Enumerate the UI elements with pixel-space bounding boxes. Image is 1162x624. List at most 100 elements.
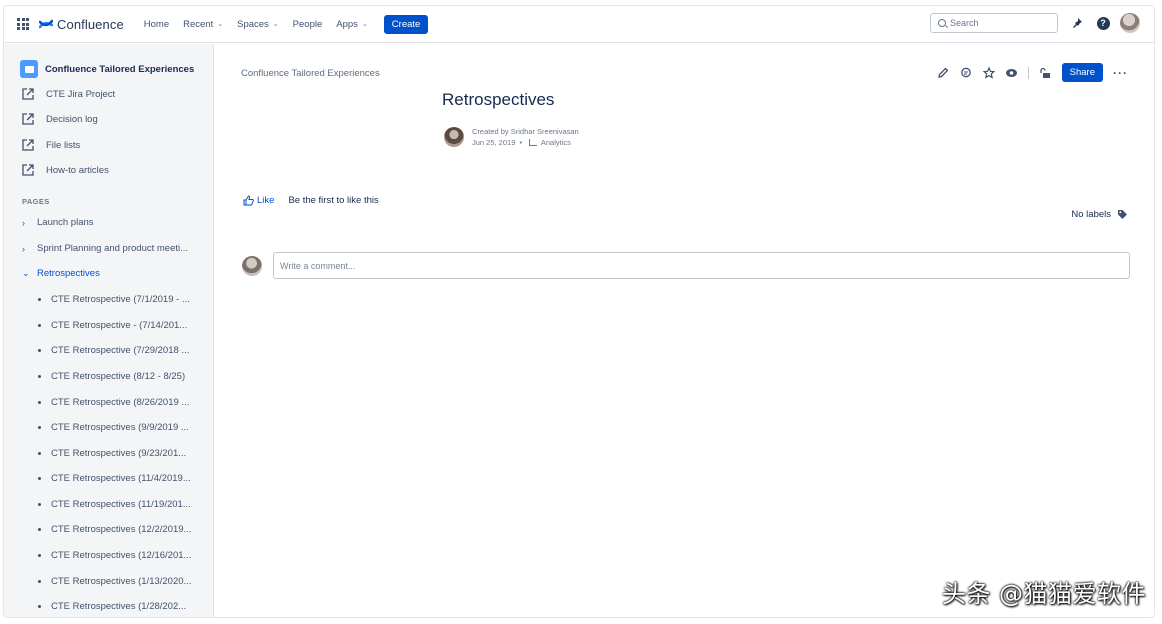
toolbar-divider [1027, 66, 1029, 79]
child-page-label: CTE Retrospective (7/29/2018 ... [51, 345, 190, 356]
current-user-avatar [242, 255, 262, 276]
shortcut-file-lists[interactable]: File lists [22, 139, 80, 151]
bullet-icon [38, 375, 41, 378]
child-page-item[interactable]: CTE Retrospectives (11/4/2019... [38, 473, 191, 484]
confluence-logo[interactable]: Confluence [39, 17, 124, 32]
created-by[interactable]: Created by Sridhar Sreenivasan [472, 126, 579, 137]
nav-apps[interactable]: Apps ⌄ [336, 19, 368, 30]
child-page-label: CTE Retrospectives (1/28/202... [51, 601, 187, 612]
nav-home[interactable]: Home [144, 19, 169, 30]
nav-spaces[interactable]: Spaces ⌄ [237, 19, 279, 30]
child-page-label: CTE Retrospectives (11/19/201... [51, 499, 191, 510]
page-title: Retrospectives [442, 90, 555, 109]
child-page-item[interactable]: CTE Retrospective (8/12 - 8/25) [38, 371, 185, 382]
comment-icon[interactable] [959, 66, 973, 80]
nav-recent[interactable]: Recent ⌄ [183, 19, 223, 30]
author-avatar[interactable] [444, 127, 464, 147]
child-page-item[interactable]: CTE Retrospectives (12/2/2019... [38, 524, 191, 535]
pages-heading: PAGES [22, 197, 50, 206]
bullet-icon [38, 349, 41, 352]
app-name: Confluence [57, 16, 124, 32]
external-link-icon [22, 139, 34, 151]
child-page-item[interactable]: CTE Retrospectives (1/13/2020... [38, 576, 191, 587]
page-tree-launch-plans[interactable]: › Launch plans [22, 217, 94, 228]
external-link-icon [22, 113, 34, 125]
child-page-item[interactable]: CTE Retrospectives (12/16/201... [38, 550, 191, 561]
page-tree-sprint-planning[interactable]: › Sprint Planning and product meeti... [22, 243, 188, 254]
child-page-item[interactable]: CTE Retrospective (7/29/2018 ... [38, 345, 189, 356]
breadcrumb[interactable]: Confluence Tailored Experiences [241, 68, 380, 79]
analytics-link[interactable]: Analytics [541, 138, 571, 147]
search-placeholder: Search [950, 18, 979, 28]
bullet-icon [38, 477, 41, 480]
help-icon[interactable]: ? [1096, 16, 1110, 30]
top-navigation: Confluence Home Recent ⌄ Spaces ⌄ People… [4, 6, 1154, 43]
child-page-label: CTE Retrospectives (12/16/201... [51, 550, 192, 561]
top-nav-right: Search ? [930, 13, 1140, 33]
child-page-label: CTE Retrospective (8/12 - 8/25) [51, 371, 186, 382]
space-name: Confluence Tailored Experiences [45, 63, 195, 75]
page-tree-label: Retrospectives [37, 268, 100, 279]
no-labels-text: No labels [1071, 209, 1111, 220]
like-row: Like Be the first to like this [243, 195, 379, 206]
chevron-right-icon[interactable]: › [22, 244, 32, 254]
bullet-icon [38, 452, 41, 455]
nav-recent-label: Recent [183, 18, 214, 30]
page-tree-retrospectives[interactable]: ⌄ Retrospectives [22, 268, 100, 279]
child-page-item[interactable]: CTE Retrospectives (1/28/202... [38, 601, 186, 612]
page-tree-label: Sprint Planning and product meeti... [37, 243, 189, 254]
page-meta: Jun 25, 2019 • Analytics [472, 137, 579, 148]
comment-placeholder: Write a comment... [280, 260, 356, 271]
chevron-right-icon[interactable]: › [22, 218, 32, 228]
child-page-item[interactable]: CTE Retrospective (8/26/2019 ... [38, 397, 189, 408]
child-page-item[interactable]: CTE Retrospective (7/1/2019 - ... [38, 294, 190, 305]
child-page-label: CTE Retrospectives (12/2/2019... [51, 524, 192, 535]
space-header[interactable]: Confluence Tailored Experiences [20, 60, 194, 78]
comment-row: Write a comment... [242, 252, 1130, 279]
profile-avatar[interactable] [1120, 13, 1140, 33]
search-input[interactable]: Search [930, 13, 1058, 33]
create-button[interactable]: Create [383, 14, 429, 34]
bullet-icon [38, 605, 41, 608]
like-button[interactable]: Like [243, 195, 274, 206]
app-switcher-icon[interactable] [17, 18, 29, 30]
browser-window: Confluence Home Recent ⌄ Spaces ⌄ People… [3, 5, 1155, 618]
watch-icon[interactable] [1005, 66, 1019, 80]
created-date: Jun 25, 2019 [472, 138, 516, 147]
watermark-text: 头条 @猫猫爱软件 [941, 580, 1146, 608]
confluence-logo-icon [39, 19, 53, 29]
child-page-label: CTE Retrospective - (7/14/201... [51, 320, 188, 331]
shortcut-cte-jira-project[interactable]: CTE Jira Project [22, 88, 115, 100]
child-page-item[interactable]: CTE Retrospectives (9/9/2019 ... [38, 422, 189, 433]
child-page-item[interactable]: CTE Retrospectives (9/23/201... [38, 448, 186, 459]
thumbs-up-icon [243, 195, 254, 206]
notification-pin-icon[interactable] [1070, 16, 1084, 30]
bullet-icon [38, 324, 41, 327]
label-tag-icon[interactable] [1117, 209, 1128, 220]
child-page-item[interactable]: CTE Retrospectives (11/19/201... [38, 499, 191, 510]
page-tree-label: Launch plans [37, 217, 94, 228]
shortcut-decision-log[interactable]: Decision log [22, 113, 98, 125]
child-page-label: CTE Retrospectives (11/4/2019... [51, 473, 191, 484]
space-icon [20, 60, 38, 78]
child-page-item[interactable]: CTE Retrospective - (7/14/201... [38, 320, 187, 331]
nav-people[interactable]: People [293, 19, 323, 30]
bullet-icon [38, 580, 41, 583]
child-page-label: CTE Retrospectives (9/9/2019 ... [51, 422, 189, 433]
page-byline: Created by Sridhar Sreenivasan Jun 25, 2… [444, 126, 579, 148]
edit-icon[interactable] [936, 66, 950, 80]
restrictions-icon[interactable] [1038, 66, 1052, 80]
nav-apps-label: Apps [336, 18, 358, 30]
nav-home-label: Home [143, 18, 170, 30]
star-icon[interactable] [982, 66, 996, 80]
child-page-label: CTE Retrospective (7/1/2019 - ... [51, 294, 190, 305]
shortcut-label: CTE Jira Project [46, 88, 116, 100]
chevron-down-icon[interactable]: ⌄ [22, 268, 32, 279]
comment-input[interactable]: Write a comment... [273, 252, 1130, 279]
bullet-icon [38, 503, 41, 506]
bullet-icon [38, 426, 41, 429]
child-page-label: CTE Retrospectives (9/23/201... [51, 448, 187, 459]
share-button[interactable]: Share [1061, 63, 1103, 82]
shortcut-how-to-articles[interactable]: How-to articles [22, 164, 109, 176]
more-actions-icon[interactable]: ··· [1113, 66, 1128, 80]
